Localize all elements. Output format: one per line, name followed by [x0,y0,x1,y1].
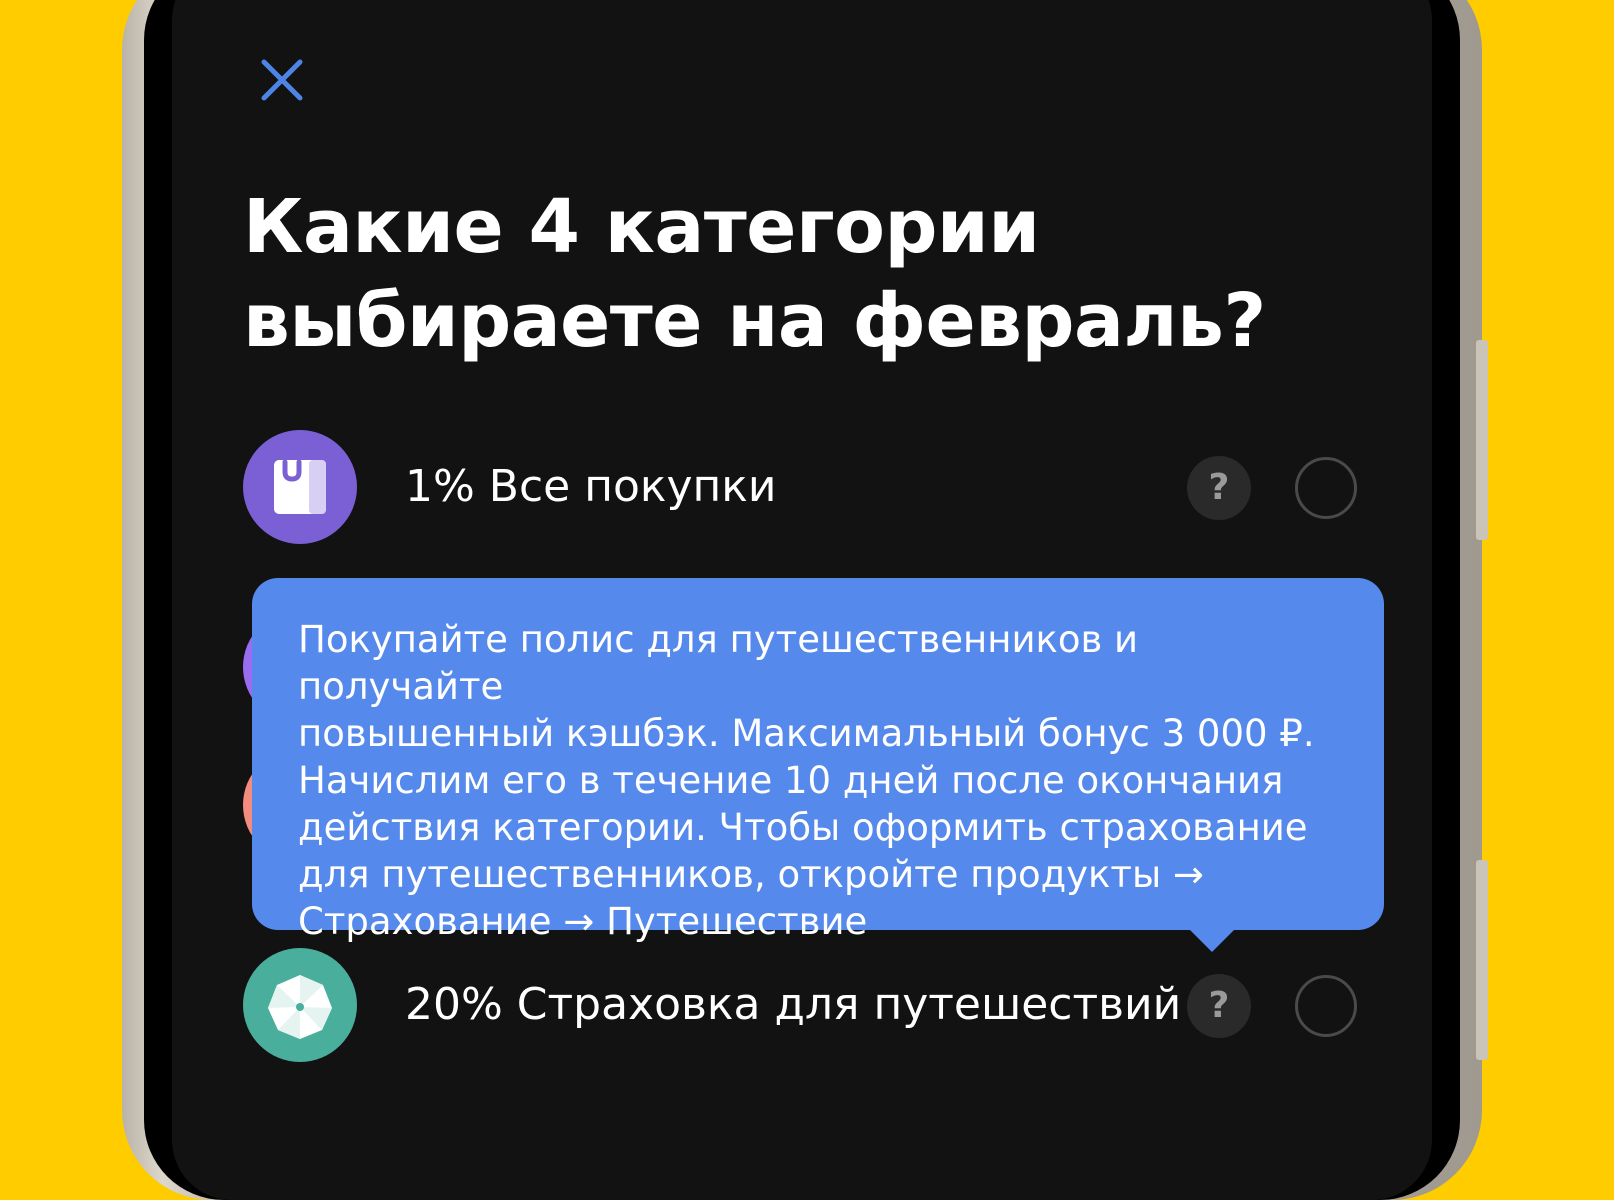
app-screen: Какие 4 категории выбираете на февраль? … [172,0,1432,1200]
select-radio[interactable] [1295,975,1357,1037]
side-button [1476,860,1488,1060]
tooltip: Покупайте полис для путешественников и п… [252,578,1384,952]
category-label: 1% Все покупки [405,461,777,512]
umbrella-icon [243,948,357,1062]
tooltip-text: Покупайте полис для путешественников и п… [298,618,1315,943]
close-button[interactable] [252,50,312,110]
select-radio[interactable] [1295,457,1357,519]
page-title-line: выбираете на февраль? [243,278,1266,364]
page-title-line: Какие 4 категории [243,184,1040,270]
category-row-all-purchases[interactable]: 1% Все покупки ? [243,430,1357,544]
side-button [1476,340,1488,540]
help-button[interactable]: ? [1187,974,1251,1038]
shopping-bag-icon [243,430,357,544]
close-icon [261,59,303,101]
help-button[interactable]: ? [1187,456,1251,520]
category-label: 20% Страховка для путешествий [405,979,1182,1030]
category-row-travel-insurance[interactable]: 20% Страховка для путешествий ? [243,948,1357,1062]
page-title: Какие 4 категории выбираете на февраль? [243,180,1343,368]
